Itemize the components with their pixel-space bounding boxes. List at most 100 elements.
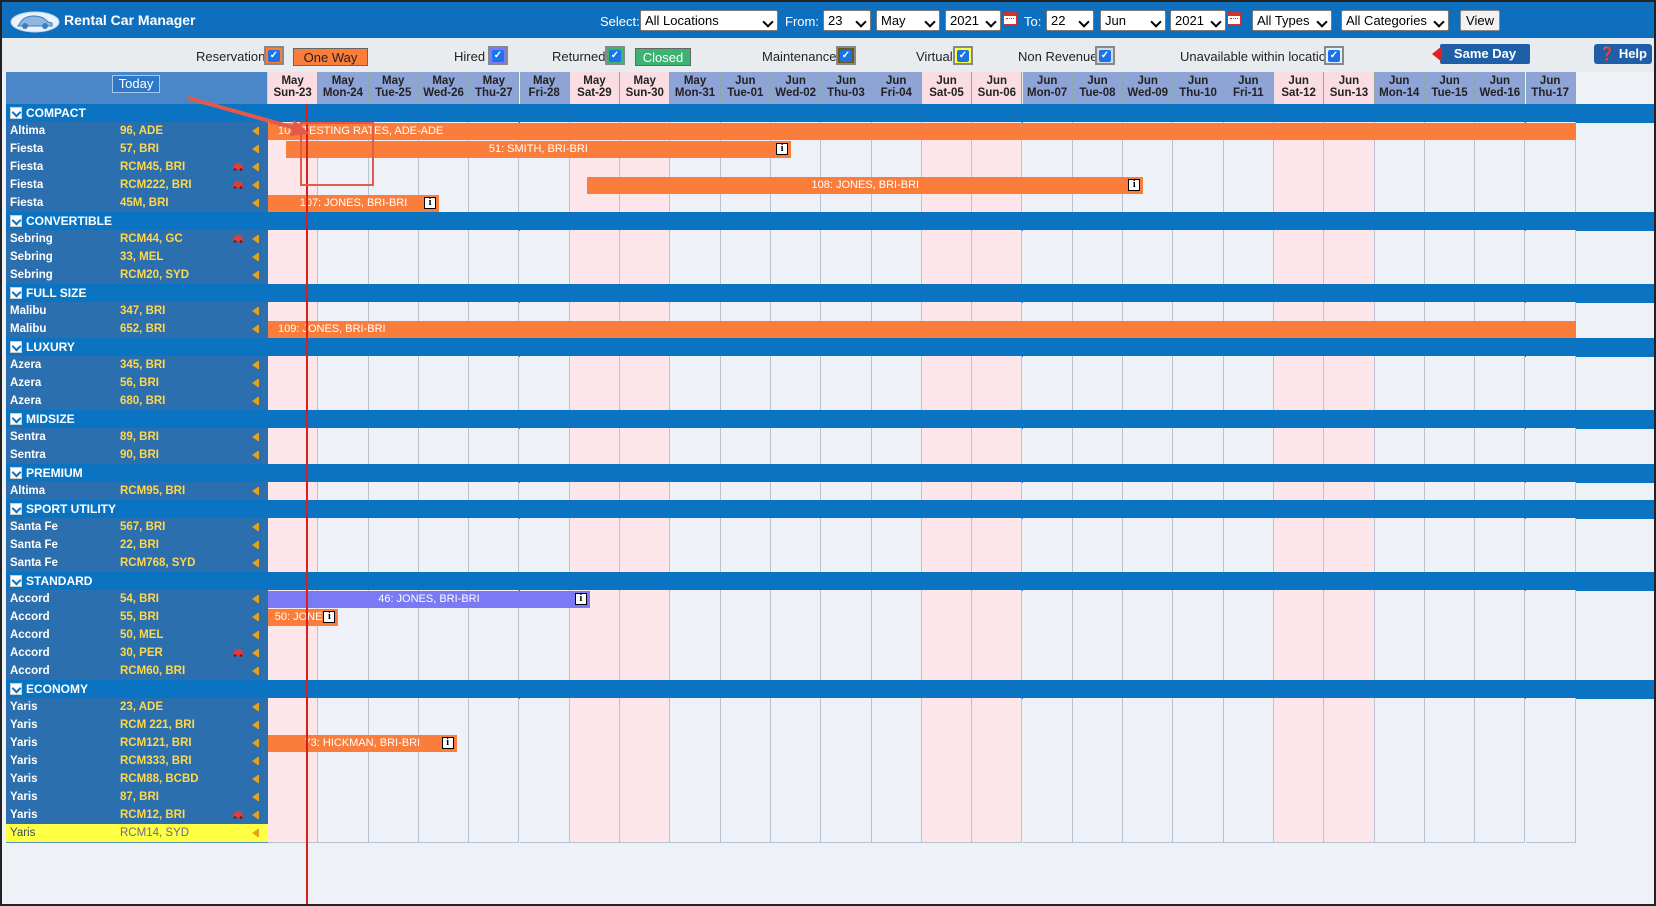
day-cell[interactable] xyxy=(771,626,822,645)
day-cell[interactable] xyxy=(1223,248,1274,267)
day-cell[interactable] xyxy=(1223,140,1274,159)
day-cell[interactable] xyxy=(569,302,621,321)
day-cell[interactable] xyxy=(771,482,822,501)
day-cell[interactable] xyxy=(1374,752,1425,771)
day-cell[interactable] xyxy=(821,302,872,321)
day-cell[interactable] xyxy=(871,266,922,285)
day-cell[interactable] xyxy=(620,194,671,213)
day-cell[interactable] xyxy=(1525,608,1576,627)
vehicle-label[interactable]: Accord 50, MEL xyxy=(6,626,268,645)
vehicle-label[interactable]: Fiesta RCM222, BRI xyxy=(6,176,268,195)
day-cell[interactable] xyxy=(268,698,319,717)
day-cell[interactable] xyxy=(871,482,922,501)
day-cell[interactable] xyxy=(1475,392,1526,411)
day-cell[interactable] xyxy=(1525,644,1576,663)
vehicle-label[interactable]: Sebring RCM20, SYD xyxy=(6,266,268,285)
day-cell[interactable] xyxy=(569,392,621,411)
day-cell[interactable] xyxy=(1374,356,1425,375)
day-cell[interactable] xyxy=(771,716,822,735)
day-cell[interactable] xyxy=(1374,518,1425,537)
day-cell[interactable] xyxy=(469,662,520,681)
day-cell[interactable] xyxy=(1123,158,1174,177)
day-cell[interactable] xyxy=(1123,752,1174,771)
day-cell[interactable] xyxy=(670,446,721,465)
same-day-button[interactable]: Same Day xyxy=(1432,44,1530,64)
day-cell[interactable] xyxy=(569,266,621,285)
day-cell[interactable] xyxy=(519,806,570,825)
day-cell[interactable] xyxy=(1525,770,1576,789)
day-cell[interactable] xyxy=(469,752,520,771)
expand-arrow-icon[interactable] xyxy=(252,739,259,747)
day-cell[interactable] xyxy=(1223,266,1274,285)
day-cell[interactable] xyxy=(620,590,671,609)
day-cell[interactable] xyxy=(921,374,973,393)
day-cell[interactable] xyxy=(1324,428,1375,447)
day-cell[interactable] xyxy=(821,428,872,447)
day-cell[interactable] xyxy=(972,158,1023,177)
day-cell[interactable] xyxy=(1274,176,1325,195)
day-cell[interactable] xyxy=(1072,734,1124,753)
day-cell[interactable] xyxy=(1475,734,1526,753)
day-cell[interactable] xyxy=(519,230,570,249)
expand-arrow-icon[interactable] xyxy=(252,181,259,189)
day-cell[interactable] xyxy=(418,392,470,411)
day-cell[interactable] xyxy=(1123,140,1174,159)
day-cell[interactable] xyxy=(1223,806,1274,825)
day-cell[interactable] xyxy=(1424,662,1476,681)
expand-arrow-icon[interactable] xyxy=(252,667,259,675)
info-icon[interactable]: i xyxy=(776,143,789,155)
day-cell[interactable] xyxy=(1123,230,1174,249)
day-cell[interactable] xyxy=(670,482,721,501)
day-cell[interactable] xyxy=(871,626,922,645)
day-cell[interactable] xyxy=(670,644,721,663)
day-cell[interactable] xyxy=(268,824,319,843)
day-cell[interactable] xyxy=(972,554,1023,573)
expand-arrow-icon[interactable] xyxy=(252,595,259,603)
day-cell[interactable] xyxy=(871,590,922,609)
day-cell[interactable] xyxy=(1324,302,1375,321)
day-cell[interactable] xyxy=(670,608,721,627)
day-cell[interactable] xyxy=(418,446,470,465)
day-cell[interactable] xyxy=(268,806,319,825)
day-cell[interactable] xyxy=(1173,554,1224,573)
day-cell[interactable] xyxy=(1173,644,1224,663)
day-cell[interactable] xyxy=(1374,824,1425,843)
day-cell[interactable] xyxy=(1072,716,1124,735)
day-cell[interactable] xyxy=(871,608,922,627)
day-cell[interactable] xyxy=(871,770,922,789)
day-cell[interactable] xyxy=(469,158,520,177)
day-cell[interactable] xyxy=(569,644,621,663)
day-cell[interactable] xyxy=(771,266,822,285)
expand-arrow-icon[interactable] xyxy=(252,361,259,369)
day-cell[interactable] xyxy=(1374,266,1425,285)
day-cell[interactable] xyxy=(1324,806,1375,825)
day-cell[interactable] xyxy=(519,788,570,807)
day-cell[interactable] xyxy=(972,230,1023,249)
day-cell[interactable] xyxy=(519,770,570,789)
day-cell[interactable] xyxy=(1072,626,1124,645)
day-cell[interactable] xyxy=(569,770,621,789)
expand-arrow-icon[interactable] xyxy=(252,307,259,315)
day-cell[interactable] xyxy=(1173,662,1224,681)
day-cell[interactable] xyxy=(469,806,520,825)
day-cell[interactable] xyxy=(1022,374,1073,393)
day-cell[interactable] xyxy=(1324,752,1375,771)
day-cell[interactable] xyxy=(821,662,872,681)
day-cell[interactable] xyxy=(1123,194,1174,213)
day-cell[interactable] xyxy=(1475,806,1526,825)
day-cell[interactable] xyxy=(1475,626,1526,645)
day-cell[interactable] xyxy=(1173,626,1224,645)
day-cell[interactable] xyxy=(368,698,419,717)
day-cell[interactable] xyxy=(972,734,1023,753)
expand-arrow-icon[interactable] xyxy=(252,433,259,441)
expand-arrow-icon[interactable] xyxy=(252,703,259,711)
day-cell[interactable] xyxy=(921,788,973,807)
day-cell[interactable] xyxy=(1374,644,1425,663)
day-cell[interactable] xyxy=(318,266,369,285)
day-cell[interactable] xyxy=(418,518,470,537)
day-cell[interactable] xyxy=(1223,374,1274,393)
day-cell[interactable] xyxy=(1072,230,1124,249)
day-cell[interactable] xyxy=(368,644,419,663)
day-cell[interactable] xyxy=(1424,554,1476,573)
day-cell[interactable] xyxy=(1173,176,1224,195)
